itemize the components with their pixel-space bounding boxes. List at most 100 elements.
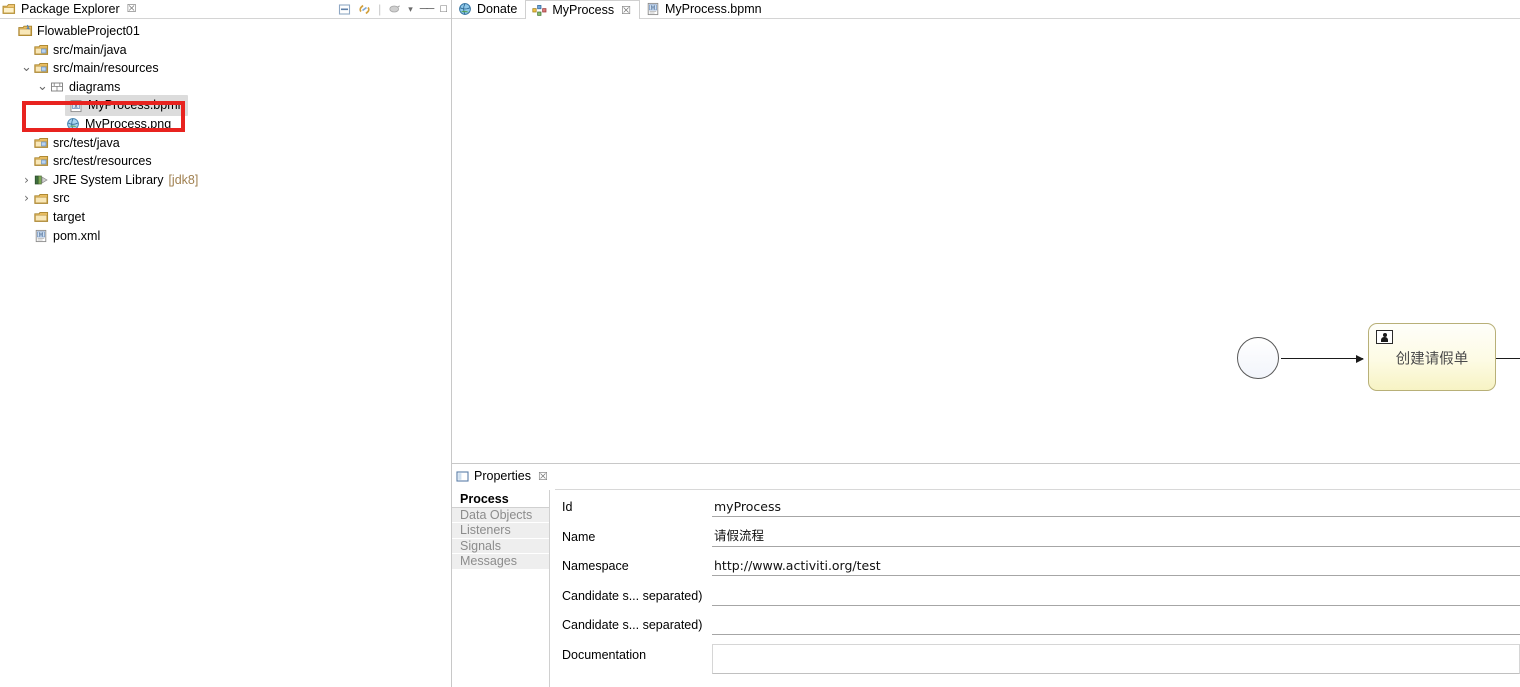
bpmn-diagram-icon (532, 4, 547, 17)
tree-item-jre-system-library[interactable]: ›JRE System Library[jdk8] (0, 171, 451, 190)
property-row: Candidate s... separated) (550, 585, 1520, 615)
properties-tab-data-objects[interactable]: Data Objects (452, 508, 549, 524)
property-input-namespace[interactable] (712, 555, 1520, 576)
tree-item-src-main-java[interactable]: src/main/java (0, 41, 451, 60)
project-tree[interactable]: FlowableProject01src/main/java ⌄ src/main/… (0, 18, 451, 245)
tree-item-content: src/main/java (33, 41, 127, 60)
property-label: Candidate s... separated) (550, 585, 712, 607)
sequence-flow-2[interactable] (1496, 358, 1520, 359)
minimize-icon[interactable]: ── (420, 3, 434, 15)
package-explorer-view: Package Explorer ☒ | ▾ ── □ Flowabl (0, 0, 452, 687)
tree-item-content: src/test/java (33, 134, 120, 153)
property-input-documentation[interactable] (712, 644, 1520, 674)
property-input-id[interactable] (712, 496, 1520, 517)
properties-tab-list[interactable]: ProcessData ObjectsListenersSignalsMessa… (452, 490, 550, 687)
properties-tab-listeners[interactable]: Listeners (452, 523, 549, 539)
tree-item-flowableproject01[interactable]: FlowableProject01 (0, 22, 451, 41)
collapse-all-icon[interactable] (338, 3, 351, 16)
eclipse-workbench: Package Explorer ☒ | ▾ ── □ Flowabl (0, 0, 1520, 687)
chevron-down-icon[interactable]: ⌄ (20, 64, 33, 72)
view-menu-arrow-icon[interactable]: ▾ (408, 4, 413, 15)
tree-item-label: src (53, 189, 70, 208)
property-row: Name (550, 526, 1520, 556)
property-input-name[interactable] (712, 526, 1520, 547)
bpmn-file-icon: x (68, 99, 84, 113)
chevron-right-icon[interactable]: › (20, 171, 33, 190)
tree-item-src-test-java[interactable]: src/test/java (0, 134, 451, 153)
tree-item-content: JRE System Library[jdk8] (33, 171, 198, 190)
properties-icon (456, 470, 469, 483)
tab-properties[interactable]: Properties ☒ (452, 464, 555, 490)
property-row: Namespace (550, 555, 1520, 585)
properties-tab-signals[interactable]: Signals (452, 539, 549, 555)
tree-item-content: Mpom.xml (33, 227, 100, 246)
editor-tab-myprocess-bpmn[interactable]: M MyProcess.bpmn (640, 0, 770, 18)
java-project-icon (17, 24, 33, 38)
svg-text:x: x (74, 102, 78, 109)
tree-item-src[interactable]: › src (0, 189, 451, 208)
link-with-editor-icon[interactable] (358, 3, 371, 16)
tree-item-content: src/test/resources (33, 152, 152, 171)
property-row: Candidate s... separated) (550, 614, 1520, 644)
sequence-flow-1[interactable] (1281, 358, 1363, 359)
editor-area: DonateMyProcess☒MMyProcess.bpmn 创建请假单 经 (452, 0, 1520, 687)
properties-tab-process[interactable]: Process (452, 492, 549, 508)
property-label: Documentation (550, 644, 712, 666)
property-input-candidate-s-separated[interactable] (712, 585, 1520, 606)
tree-item-content: x MyProcess.bpmn (65, 95, 188, 116)
tree-item-pom-xml[interactable]: Mpom.xml (0, 227, 451, 246)
editor-tab-donate[interactable]: Donate (452, 0, 525, 18)
xml-file-icon: M (646, 2, 660, 16)
tree-item-target[interactable]: target (0, 208, 451, 227)
properties-body: ProcessData ObjectsListenersSignalsMessa… (452, 489, 1520, 687)
properties-tab-messages[interactable]: Messages (452, 554, 549, 570)
folder-icon (33, 210, 49, 224)
tree-item-diagrams[interactable]: ⌄ diagrams (0, 78, 451, 97)
tree-item-content: src (33, 189, 70, 208)
tree-item-label: JRE System Library (53, 171, 163, 190)
bpmn-start-event[interactable] (1237, 337, 1279, 379)
bpmn-diagram-canvas[interactable]: 创建请假单 经理审批 (452, 19, 1520, 464)
jre-library-icon (33, 173, 49, 187)
bpmn-user-task-1[interactable]: 创建请假单 (1368, 323, 1496, 391)
properties-form[interactable]: IdNameNamespaceCandidate s... separated)… (550, 490, 1520, 687)
package-explorer-toolbar: | ▾ ── □ (338, 0, 447, 18)
source-folder-icon (33, 136, 49, 150)
tree-item-content: FlowableProject01 (17, 22, 140, 41)
tree-item-label: MyProcess.bpmn (88, 96, 185, 115)
property-label: Candidate s... separated) (550, 614, 712, 636)
tree-item-label: src/test/java (53, 134, 120, 153)
close-icon[interactable]: ☒ (538, 470, 548, 483)
close-icon[interactable]: ☒ (127, 2, 137, 15)
chevron-right-icon[interactable]: › (20, 189, 33, 208)
property-input-candidate-s-separated[interactable] (712, 614, 1520, 635)
tab-package-explorer[interactable]: Package Explorer ☒ (0, 0, 144, 19)
tree-item-content: MyProcess.png (65, 115, 171, 134)
maximize-icon[interactable]: □ (440, 3, 447, 15)
tree-item-src-test-resources[interactable]: src/test/resources (0, 152, 451, 171)
tree-item-label: src/main/java (53, 41, 127, 60)
chevron-down-icon[interactable]: ⌄ (36, 83, 49, 91)
tree-item-myprocess-bpmn[interactable]: x MyProcess.bpmn (0, 96, 451, 115)
package-explorer-icon (2, 2, 16, 16)
source-folder-icon (33, 154, 49, 168)
editor-tabbar: Donate MyProcess ☒ M MyProcess.bpmn (452, 0, 1520, 19)
xml-file-icon: M (33, 229, 49, 243)
tree-item-label: src/main/resources (53, 59, 159, 78)
svg-text:M: M (39, 232, 43, 238)
tree-item-label: MyProcess.png (85, 115, 171, 134)
editor-tab-myprocess[interactable]: MyProcess ☒ (525, 0, 640, 19)
tree-item-src-main-resources[interactable]: ⌄ src/main/resources (0, 59, 451, 78)
tree-item-label: target (53, 208, 85, 227)
editor-tab-label: MyProcess (552, 3, 614, 17)
tree-item-label: src/test/resources (53, 152, 152, 171)
close-icon[interactable]: ☒ (621, 4, 631, 17)
tree-item-label: FlowableProject01 (37, 22, 140, 41)
editor-tab-label: Donate (477, 2, 517, 16)
png-file-icon (65, 117, 81, 131)
source-folder-icon (33, 43, 49, 57)
tree-item-label: diagrams (69, 78, 120, 97)
view-menu-icon[interactable] (388, 3, 401, 16)
editor-tab-label: MyProcess.bpmn (665, 2, 762, 16)
tree-item-myprocess-png[interactable]: MyProcess.png (0, 115, 451, 134)
